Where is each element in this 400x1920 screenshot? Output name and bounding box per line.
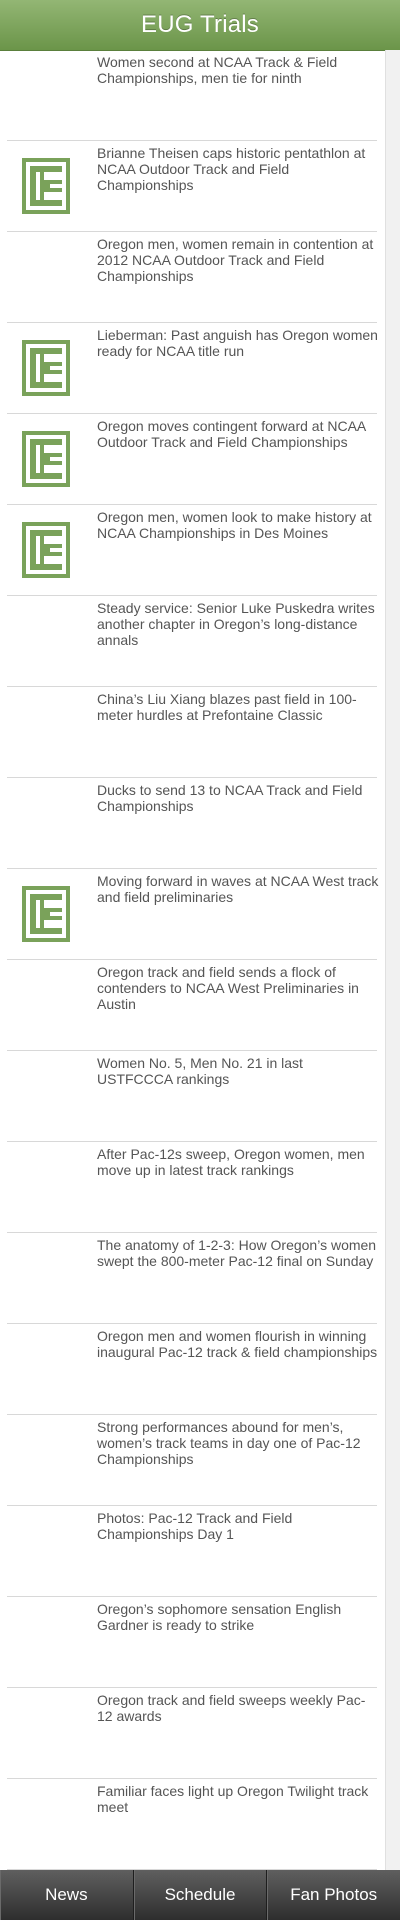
tab-bar: News Schedule Fan Photos xyxy=(0,1870,400,1920)
list-item[interactable]: Ducks to send 13 to NCAA Track and Field… xyxy=(7,778,377,869)
article-headline: Moving forward in waves at NCAA West tra… xyxy=(97,873,379,905)
article-headline: Steady service: Senior Luke Puskedra wri… xyxy=(97,600,375,648)
list-item[interactable]: Brianne Theisen caps historic pentathlon… xyxy=(7,141,377,232)
article-headline: Oregon’s sophomore sensation English Gar… xyxy=(97,1601,342,1633)
list-item[interactable]: Oregon men, women look to make history a… xyxy=(7,505,377,596)
article-headline: Photos: Pac-12 Track and Field Champions… xyxy=(97,1510,293,1542)
article-headline: Strong performances abound for men’s, wo… xyxy=(97,1419,361,1467)
list-item[interactable]: Oregon moves contingent forward at NCAA … xyxy=(7,414,377,505)
article-headline: Oregon track and field sends a flock of … xyxy=(97,964,359,1012)
app-header: EUG Trials xyxy=(0,0,400,51)
list-item[interactable]: After Pac-12s sweep, Oregon women, men m… xyxy=(7,1142,377,1233)
list-item[interactable]: Lieberman: Past anguish has Oregon women… xyxy=(7,323,378,414)
scrollbar[interactable] xyxy=(385,50,400,1870)
article-headline: Oregon men, women look to make history a… xyxy=(97,509,372,541)
app-title: EUG Trials xyxy=(140,11,259,38)
tab-fan-photos[interactable]: Fan Photos xyxy=(267,1870,400,1920)
list-item[interactable]: Oregon men, women remain in contention a… xyxy=(7,232,377,323)
list-item[interactable]: China’s Liu Xiang blazes past field in 1… xyxy=(7,687,377,778)
article-headline: Ducks to send 13 to NCAA Track and Field… xyxy=(97,782,363,814)
list-item[interactable]: The anatomy of 1-2-3: How Oregon’s women… xyxy=(7,1233,377,1324)
article-headline: Oregon men, women remain in contention a… xyxy=(97,236,374,284)
eug-logo-icon xyxy=(22,522,70,578)
article-headline: The anatomy of 1-2-3: How Oregon’s women… xyxy=(97,1237,377,1269)
article-headline: Women second at NCAA Track & Field Champ… xyxy=(97,54,338,86)
list-item[interactable]: Women second at NCAA Track & Field Champ… xyxy=(7,50,377,141)
list-item[interactable]: Women No. 5, Men No. 21 in last USTFCCCA… xyxy=(7,1051,377,1142)
article-headline: Lieberman: Past anguish has Oregon women… xyxy=(97,327,378,359)
eug-logo-icon xyxy=(22,886,70,942)
eug-logo-icon xyxy=(22,158,70,214)
article-headline: Oregon track and field sweeps weekly Pac… xyxy=(97,1692,366,1724)
list-item[interactable]: Steady service: Senior Luke Puskedra wri… xyxy=(7,596,377,687)
tab-schedule[interactable]: Schedule xyxy=(134,1870,268,1920)
article-headline: After Pac-12s sweep, Oregon women, men m… xyxy=(97,1146,365,1178)
eug-logo-icon xyxy=(22,431,70,487)
article-headline: Oregon men and women flourish in winning… xyxy=(97,1328,378,1360)
list-item[interactable]: Moving forward in waves at NCAA West tra… xyxy=(7,869,379,960)
tab-news[interactable]: News xyxy=(0,1870,134,1920)
list-item[interactable]: Oregon’s sophomore sensation English Gar… xyxy=(7,1597,377,1688)
article-headline: China’s Liu Xiang blazes past field in 1… xyxy=(97,691,357,723)
list-item[interactable]: Oregon track and field sends a flock of … xyxy=(7,960,377,1051)
list-item[interactable]: Oregon men and women flourish in winning… xyxy=(7,1324,377,1415)
list-item[interactable]: Strong performances abound for men’s, wo… xyxy=(7,1415,377,1506)
eug-logo-icon xyxy=(22,340,70,396)
article-list: Women second at NCAA Track & Field Champ… xyxy=(7,50,379,1870)
list-item[interactable]: Familiar faces light up Oregon Twilight … xyxy=(7,1779,377,1870)
article-headline: Familiar faces light up Oregon Twilight … xyxy=(97,1783,369,1815)
article-headline: Oregon moves contingent forward at NCAA … xyxy=(97,418,366,450)
article-headline: Brianne Theisen caps historic pentathlon… xyxy=(97,145,366,193)
list-item[interactable]: Oregon track and field sweeps weekly Pac… xyxy=(7,1688,377,1779)
article-headline: Women No. 5, Men No. 21 in last USTFCCCA… xyxy=(97,1055,303,1087)
list-item[interactable]: Photos: Pac-12 Track and Field Champions… xyxy=(7,1506,377,1597)
